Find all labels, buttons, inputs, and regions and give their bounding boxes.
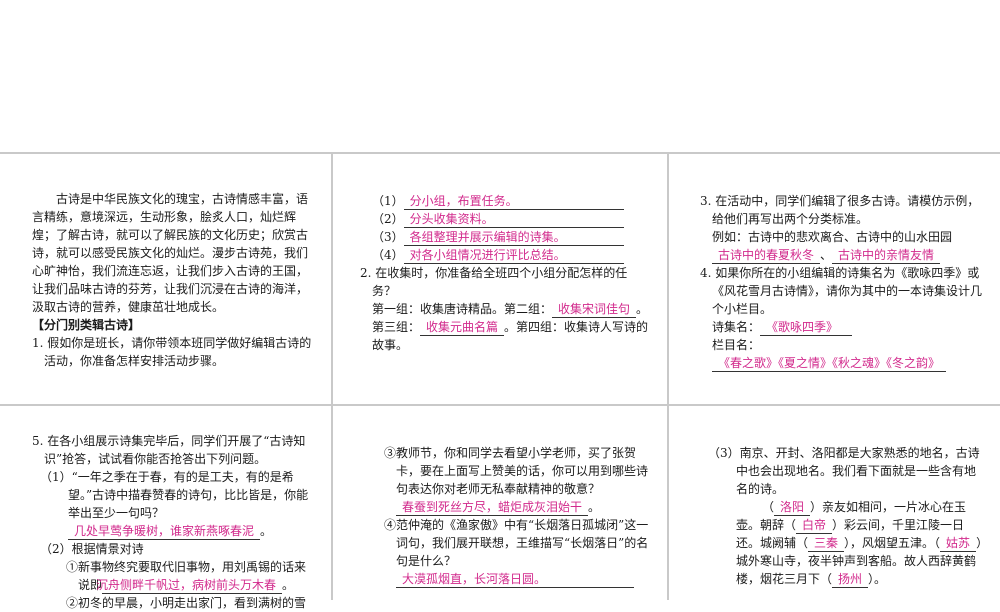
worksheet: 古诗是中华民族文化的瑰宝，古诗情感丰富，语言精练，意境深远，生动形象，脍炙人口，…	[0, 0, 1000, 610]
column-name-answer: 《春之歌》《夏之情》《秋之魂》《冬之韵》	[712, 356, 947, 372]
step-3-num: （3）	[372, 230, 404, 244]
group-2-answer: 收集宋词佳句	[552, 302, 637, 318]
question-1: 1. 假如你是班长，请你带领本班同学做好编辑古诗的活动，你准备怎样安排活动步骤。	[32, 336, 312, 368]
sub-question-1-answer: 几处早莺争暖树，谁家新燕啄春泥	[68, 524, 261, 540]
step-3: （3） 各组整理并展示编辑的诗集。	[360, 228, 650, 246]
step-1: （1） 分小组，布置任务。	[360, 192, 650, 210]
context-4-answer-line: 大漠孤烟直，长河落日圆。	[384, 570, 652, 588]
panel-intro: 古诗是中华民族文化的瑰宝，古诗情感丰富，语言精练，意境深远，生动形象，脍炙人口，…	[32, 190, 314, 370]
place-3-text: ），风烟望五津。（	[844, 536, 941, 550]
top-blank-area	[0, 0, 1000, 153]
context-3: ③教师节，你和同学去看望小学老师，买了张贺卡，要在上面写上赞美的话，你可以用到哪…	[384, 446, 649, 496]
place-1-answer: 洛阳	[774, 500, 811, 516]
step-2: （2） 分头收集资料。	[360, 210, 650, 228]
panel-categories: 3. 在活动中，同学们编辑了很多古诗。请模仿示例，给他们再写出两个分类标准。 例…	[700, 192, 986, 372]
section-heading: 【分门别类辑古诗】	[32, 318, 141, 332]
divider-top	[0, 152, 1000, 154]
place-5-answer: 扬州	[832, 572, 869, 588]
context-3-answer-line: 春蚕到死丝方尽，蜡炬成灰泪始干。	[384, 498, 652, 516]
step-1-answer: 分小组，布置任务。	[403, 194, 624, 210]
category-answer-2: 古诗中的亲情友情	[832, 248, 941, 264]
step-4: （4） 对各小组情况进行评比总结。	[360, 246, 650, 264]
panel-quiz-2: ③教师节，你和同学去看望小学老师，买了张贺卡，要在上面写上赞美的话，你可以用到哪…	[384, 444, 652, 588]
sub-question-1-answer-line: 几处早莺争暖树，谁家新燕啄春泥。	[32, 522, 316, 540]
collection-name-line: 诗集名： 《歌咏四季》	[700, 318, 986, 336]
place-3-answer: 三秦	[808, 536, 845, 552]
collection-name-answer: 《歌咏四季》	[760, 320, 853, 336]
place-4-answer: 姑苏	[940, 536, 977, 552]
context-2: ②初冬的早晨，小明走出家门，看到满树的雪	[66, 596, 307, 610]
place-2-answer: 白帝	[796, 518, 833, 534]
question-5: 5. 在各小组展示诗集完毕后，同学们开展了“古诗知识”抢答，试试看你能否抢答出下…	[32, 434, 306, 466]
context-3-end: 。	[588, 500, 601, 514]
question-2: 2. 在收集时，你准备给全班四个小组分配怎样的任务？	[360, 266, 628, 298]
divider-col1	[331, 153, 333, 600]
step-4-answer: 对各小组情况进行评比总结。	[403, 248, 624, 264]
collection-name-label: 诗集名：	[712, 320, 761, 334]
context-4: ④范仲淹的《渔家傲》中有“长烟落日孤城闭”这一词句，我们展开联想，王维描写“长烟…	[384, 518, 649, 568]
step-3-answer: 各组整理并展示编辑的诗集。	[403, 230, 624, 246]
column-name-line: 栏目名： 《春之歌》《夏之情》《秋之魂》《冬之韵》	[700, 336, 986, 372]
question-3: 3. 在活动中，同学们编辑了很多古诗。请模仿示例，给他们再写出两个分类标准。	[700, 194, 980, 226]
step-2-num: （2）	[372, 212, 404, 226]
example-line: 例如：古诗中的悲欢离合、古诗中的山水田园	[712, 230, 953, 244]
sub-question-2: （2）根据情景对诗	[40, 542, 144, 556]
group-3-answer: 收集元曲名篇	[420, 320, 505, 336]
step-2-answer: 分头收集资料。	[403, 212, 624, 228]
sub-question-1: （1）“一年之季在于春，有的是工夫，有的是希望。”古诗中描春赞春的诗句，比比皆是…	[40, 470, 309, 520]
place-poems: （洛阳 ）亲友如相问，一片冰心在玉壶。朝辞（ 白帝 ）彩云间，千里江陵一日还。城阙辅（…	[708, 498, 986, 588]
category-separator: 、	[820, 248, 833, 262]
place-1-open: （	[762, 500, 775, 514]
context-1-answer: 沉舟侧畔千帆过，病树前头万木春	[96, 578, 283, 594]
group-1-text: 第一组：收集唐诗精品。第二组：	[372, 302, 553, 316]
panel-quiz-1: 5. 在各小组展示诗集完毕后，同学们开展了“古诗知识”抢答，试试看你能否抢答出下…	[32, 432, 316, 612]
group-assignments: 第一组：收集唐诗精品。第二组： 收集宋词佳句 。第三组： 收集元曲名篇 。第四组：收集诗…	[360, 300, 650, 354]
intro-paragraph: 古诗是中华民族文化的瑰宝，古诗情感丰富，语言精练，意境深远，生动形象，脍炙人口，…	[32, 192, 309, 314]
divider-middle	[0, 404, 1000, 406]
panel-place-names: （3）南京、开封、洛阳都是大家熟悉的地名，古诗中也会出现地名。我们看下面就是一些…	[708, 444, 986, 588]
place-5-end: ）。	[868, 572, 887, 586]
category-answers: 古诗中的春夏秋冬、古诗中的亲情友情	[700, 246, 986, 264]
step-4-num: （4）	[372, 248, 404, 262]
context-1: ①新事物终究要取代旧事物，用刘禹锡的话来说即沉舟侧畔千帆过，病树前头万木春。	[32, 558, 316, 594]
divider-col2	[667, 153, 669, 600]
category-answer-1: 古诗中的春夏秋冬	[712, 248, 821, 264]
sub-question-1-end: 。	[260, 524, 273, 538]
step-1-num: （1）	[372, 194, 404, 208]
column-name-label: 栏目名：	[712, 338, 761, 352]
sub-question-3: （3）南京、开封、洛阳都是大家熟悉的地名，古诗中也会出现地名。我们看下面就是一些…	[708, 446, 980, 496]
question-4: 4. 如果你所在的小组编辑的诗集名为《歌咏四季》或《风花雪月古诗情》，请你为其中…	[700, 266, 983, 316]
context-4-answer: 大漠孤烟直，长河落日圆。	[396, 572, 634, 588]
context-1-end: 。	[282, 578, 295, 592]
context-3-answer: 春蚕到死丝方尽，蜡炬成灰泪始干	[396, 500, 589, 516]
panel-steps: （1） 分小组，布置任务。 （2） 分头收集资料。 （3） 各组整理并展示编辑的诗集。…	[360, 192, 650, 354]
